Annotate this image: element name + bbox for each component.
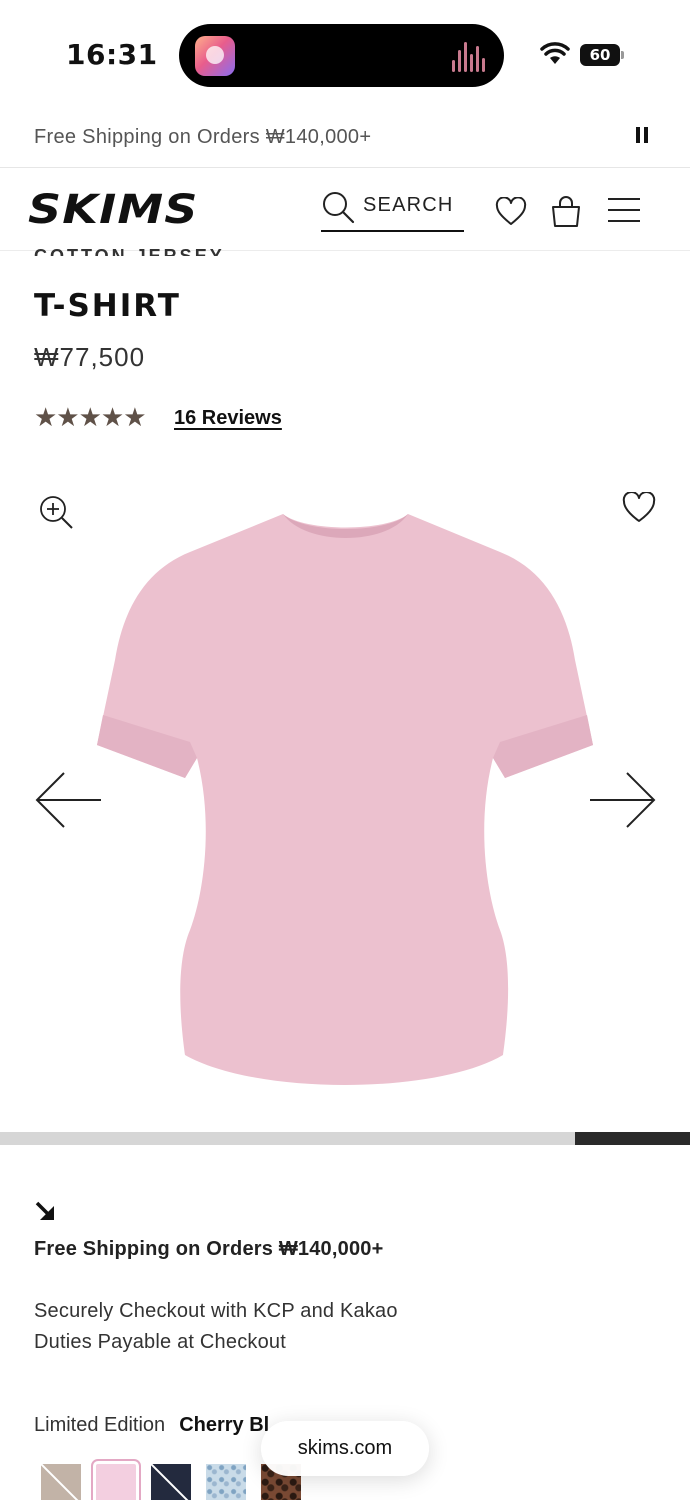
checkout-info-text: Securely Checkout with KCP and Kakao bbox=[34, 1300, 398, 1322]
color-selection: Limited Edition Cherry Bl bbox=[34, 1414, 269, 1437]
product-category: COTTON JERSEY bbox=[34, 246, 225, 256]
zoom-in-icon[interactable] bbox=[38, 494, 74, 530]
previous-arrow-icon[interactable] bbox=[34, 770, 104, 830]
pause-banner-button[interactable] bbox=[634, 127, 650, 147]
color-swatch[interactable] bbox=[41, 1464, 81, 1500]
search-icon bbox=[323, 192, 355, 224]
promo-banner: Free Shipping on Orders ₩140,000+ bbox=[0, 110, 690, 168]
star-rating-icon: ★★★★★ bbox=[34, 402, 147, 432]
browser-url: skims.com bbox=[297, 1437, 393, 1459]
search-label: SEARCH bbox=[363, 194, 454, 216]
gallery-progress-bar bbox=[0, 1132, 690, 1145]
audio-waveform-icon bbox=[452, 40, 488, 72]
next-arrow-icon[interactable] bbox=[587, 770, 657, 830]
reviews-link[interactable]: 16 Reviews bbox=[174, 407, 282, 430]
wishlist-icon[interactable] bbox=[495, 197, 527, 227]
color-label: Limited Edition bbox=[34, 1414, 166, 1436]
product-title: T-SHIRT bbox=[34, 288, 181, 324]
search-button[interactable]: SEARCH bbox=[321, 190, 464, 232]
unavailable-slash-icon bbox=[41, 1464, 79, 1500]
skims-logo[interactable]: SKIMS bbox=[28, 187, 199, 233]
battery-indicator: 60 bbox=[580, 44, 624, 66]
color-swatch[interactable] bbox=[91, 1459, 141, 1500]
wifi-icon bbox=[540, 42, 570, 64]
tshirt-shape bbox=[97, 514, 593, 1085]
color-swatch[interactable] bbox=[206, 1464, 246, 1500]
menu-icon[interactable] bbox=[607, 197, 641, 223]
status-bar: 16:31 60 bbox=[0, 0, 690, 110]
diagonal-arrow-icon bbox=[35, 1201, 54, 1220]
now-playing-app-icon bbox=[195, 36, 235, 76]
status-time: 16:31 bbox=[66, 38, 158, 71]
gallery-progress-fill bbox=[574, 1132, 690, 1145]
unavailable-slash-icon bbox=[151, 1464, 189, 1500]
bag-icon[interactable] bbox=[550, 194, 582, 228]
free-shipping-text: Free Shipping on Orders ₩140,000+ bbox=[34, 1238, 384, 1260]
product-image bbox=[97, 514, 593, 1085]
product-gallery[interactable] bbox=[0, 470, 690, 1130]
browser-url-bar[interactable]: skims.com bbox=[261, 1421, 429, 1476]
favorite-heart-icon[interactable] bbox=[622, 492, 656, 524]
color-swatch[interactable] bbox=[151, 1464, 191, 1500]
duties-info-text: Duties Payable at Checkout bbox=[34, 1331, 287, 1353]
promo-text: Free Shipping on Orders ₩140,000+ bbox=[34, 126, 372, 148]
product-price: ₩77,500 bbox=[34, 342, 146, 372]
color-name: Cherry Bl bbox=[179, 1414, 270, 1436]
